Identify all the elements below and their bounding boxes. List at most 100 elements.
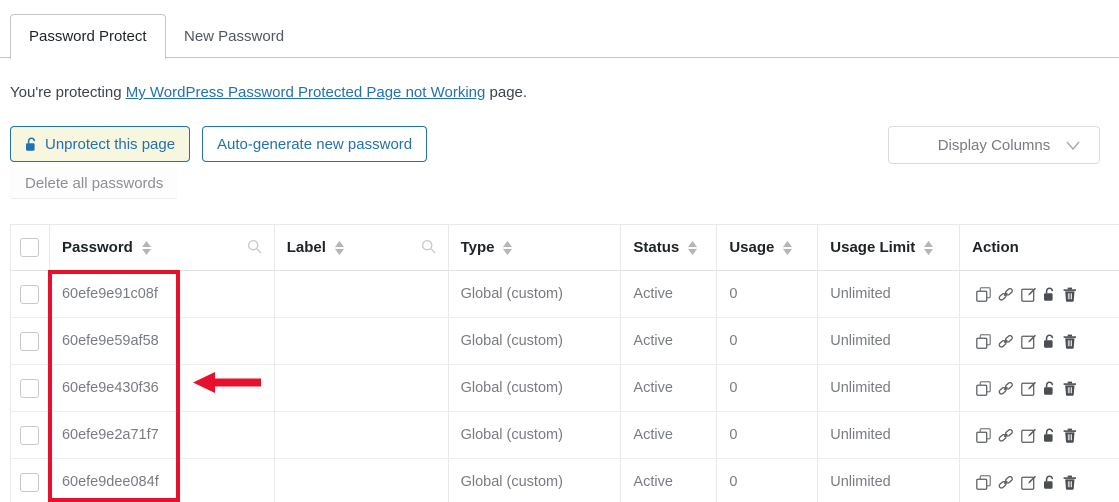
cell-usage-limit: Unlimited — [818, 318, 961, 364]
search-icon[interactable] — [247, 239, 262, 258]
cell-action — [960, 459, 1119, 502]
cell-label — [275, 412, 449, 458]
unlock-icon[interactable] — [1043, 428, 1056, 443]
column-header-usage-label: Usage — [729, 239, 775, 256]
table-row: 60efe9dee084f Global (custom) Active 0 Unlim… — [11, 459, 1119, 502]
table-row: 60efe9e91c08f Global (custom) Active 0 Unlim… — [11, 271, 1119, 318]
sort-arrows-icon[interactable] — [783, 240, 793, 255]
unlock-icon[interactable] — [1043, 334, 1056, 349]
passwords-table: Password Label Type Status Usage Usage L… — [10, 224, 1119, 502]
auto-generate-new-password-button[interactable]: Auto-generate new password — [202, 126, 428, 162]
cell-password: 60efe9e430f36 — [50, 365, 275, 411]
link-icon[interactable] — [998, 428, 1014, 443]
cell-action — [960, 365, 1119, 411]
unprotect-this-page-label: Unprotect this page — [45, 135, 176, 153]
column-header-usage-limit[interactable]: Usage Limit — [818, 225, 961, 270]
cell-usage-limit: Unlimited — [818, 412, 961, 458]
cell-status: Active — [621, 318, 718, 364]
cell-usage-limit: Unlimited — [818, 365, 961, 411]
link-icon[interactable] — [998, 334, 1014, 349]
unlock-icon[interactable] — [1043, 381, 1056, 396]
column-header-type[interactable]: Type — [449, 225, 622, 270]
delete-all-passwords-button[interactable]: Delete all passwords — [10, 167, 179, 199]
row-select-checkbox[interactable] — [20, 378, 40, 398]
description-prefix: You're protecting — [10, 84, 126, 101]
unlock-icon[interactable] — [1043, 287, 1056, 302]
open-lock-icon — [25, 137, 38, 152]
copy-icon[interactable] — [976, 333, 991, 349]
cell-status: Active — [621, 271, 718, 317]
trash-icon[interactable] — [1063, 475, 1077, 490]
cell-usage: 0 — [717, 318, 819, 364]
cell-usage: 0 — [717, 412, 819, 458]
copy-icon[interactable] — [976, 427, 991, 443]
unlock-icon[interactable] — [1043, 475, 1056, 490]
cell-status: Active — [621, 459, 718, 502]
protected-page-link[interactable]: My WordPress Password Protected Page not… — [126, 84, 486, 101]
link-icon[interactable] — [998, 381, 1014, 396]
edit-icon[interactable] — [1021, 428, 1037, 443]
trash-icon[interactable] — [1063, 381, 1077, 396]
display-columns-label: Display Columns — [937, 136, 1051, 154]
row-select-cell — [11, 459, 50, 502]
row-action-icons — [972, 286, 1077, 302]
row-select-checkbox[interactable] — [20, 472, 40, 492]
cell-label — [275, 271, 449, 317]
cell-usage: 0 — [717, 271, 819, 317]
cell-action — [960, 271, 1119, 317]
cell-action — [960, 318, 1119, 364]
copy-icon[interactable] — [976, 380, 991, 396]
column-header-status-label: Status — [633, 239, 680, 256]
edit-icon[interactable] — [1021, 334, 1037, 349]
table-body: 60efe9e91c08f Global (custom) Active 0 Unlim… — [11, 271, 1119, 502]
select-all-checkbox[interactable] — [20, 238, 40, 257]
trash-icon[interactable] — [1063, 334, 1077, 349]
column-header-password[interactable]: Password — [50, 225, 275, 270]
table-row: 60efe9e430f36 Global (custom) Active 0 Unlim… — [11, 365, 1119, 412]
column-header-label-label: Label — [286, 239, 326, 256]
column-header-usage-limit-label: Usage Limit — [830, 239, 916, 256]
row-action-icons — [972, 427, 1077, 443]
trash-icon[interactable] — [1063, 428, 1077, 443]
copy-icon[interactable] — [976, 474, 991, 490]
link-icon[interactable] — [998, 287, 1014, 302]
cell-label — [275, 459, 449, 502]
row-select-cell — [11, 365, 50, 411]
cell-type: Global (custom) — [449, 318, 622, 364]
row-select-checkbox[interactable] — [20, 425, 40, 445]
column-header-password-label: Password — [61, 239, 133, 256]
tab-new-password[interactable]: New Password — [166, 14, 302, 58]
row-select-checkbox[interactable] — [20, 331, 40, 351]
row-action-icons — [972, 333, 1077, 349]
row-select-checkbox[interactable] — [20, 284, 40, 304]
edit-icon[interactable] — [1021, 287, 1037, 302]
tab-new-password-label: New Password — [184, 27, 285, 45]
cell-label — [275, 318, 449, 364]
cell-type: Global (custom) — [449, 459, 622, 502]
row-action-icons — [972, 474, 1077, 490]
sort-arrows-icon[interactable] — [503, 240, 513, 255]
column-header-usage[interactable]: Usage — [717, 225, 819, 270]
link-icon[interactable] — [998, 475, 1014, 490]
cell-label — [275, 365, 449, 411]
sort-arrows-icon[interactable] — [688, 240, 698, 255]
table-header-row: Password Label Type Status Usage Usage L… — [11, 225, 1119, 271]
column-header-status[interactable]: Status — [621, 225, 718, 270]
tab-password-protect[interactable]: Password Protect — [10, 14, 166, 59]
copy-icon[interactable] — [976, 286, 991, 302]
sort-arrows-icon[interactable] — [334, 240, 344, 255]
cell-usage-limit: Unlimited — [818, 459, 961, 502]
column-header-label[interactable]: Label — [275, 225, 449, 270]
sort-arrows-icon[interactable] — [924, 240, 934, 255]
edit-icon[interactable] — [1021, 475, 1037, 490]
search-icon[interactable] — [421, 239, 436, 258]
sort-arrows-icon[interactable] — [141, 240, 151, 255]
display-columns-dropdown[interactable]: Display Columns — [888, 126, 1100, 164]
password-protect-page: Password Protect New Password You're pro… — [0, 0, 1119, 502]
cell-status: Active — [621, 365, 718, 411]
edit-icon[interactable] — [1021, 381, 1037, 396]
row-select-cell — [11, 271, 50, 317]
description-suffix: page. — [485, 84, 528, 101]
unprotect-this-page-button[interactable]: Unprotect this page — [10, 126, 191, 162]
trash-icon[interactable] — [1063, 287, 1077, 302]
